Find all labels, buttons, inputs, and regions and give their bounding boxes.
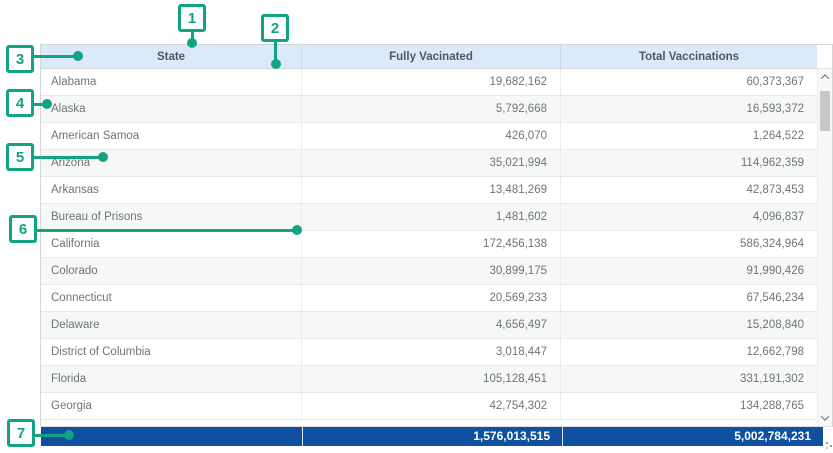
- callout-endpoint-dot: [187, 38, 197, 48]
- row-state-cell: Arkansas: [41, 177, 302, 204]
- row-total-vaccinations-cell: 1,264,522: [561, 123, 817, 150]
- row-total-vaccinations-cell: 12,662,798: [561, 339, 817, 366]
- table-row[interactable]: Georgia42,754,302134,288,765: [41, 393, 817, 420]
- row-state-cell: Connecticut: [41, 285, 302, 312]
- callout-endpoint-dot: [292, 225, 302, 235]
- column-header-total-vaccinations[interactable]: Total Vaccinations: [561, 45, 817, 69]
- table-row[interactable]: Alaska5,792,66816,593,372: [41, 96, 817, 123]
- callout-number-5: 5: [6, 143, 34, 171]
- table-row[interactable]: Connecticut20,569,23367,546,234: [41, 285, 817, 312]
- row-fully-vaccinated-cell: 19,682,162: [302, 69, 561, 96]
- row-state-cell: District of Columbia: [41, 339, 302, 366]
- row-total-vaccinations-cell: 91,990,426: [561, 258, 817, 285]
- table-row[interactable]: Florida105,128,451331,191,302: [41, 366, 817, 393]
- scroll-up-button[interactable]: [818, 69, 832, 85]
- table-row[interactable]: Arizona35,021,994114,962,359: [41, 150, 817, 177]
- row-fully-vaccinated-cell: 35,021,994: [302, 150, 561, 177]
- row-total-vaccinations-cell: 331,191,302: [561, 366, 817, 393]
- row-fully-vaccinated-cell: 426,070: [302, 123, 561, 150]
- resize-grip-icon: [826, 442, 828, 444]
- vertical-scrollbar[interactable]: [817, 69, 832, 426]
- callout-number-4: 4: [6, 89, 34, 117]
- callout-endpoint-dot: [73, 51, 83, 61]
- row-state-cell: American Samoa: [41, 123, 302, 150]
- callout-number-6: 6: [9, 215, 37, 243]
- table-row[interactable]: Colorado30,899,17591,990,426: [41, 258, 817, 285]
- summary-row: 1,576,013,515 5,002,784,231: [41, 427, 823, 446]
- summary-state-cell: [41, 427, 302, 446]
- row-state-cell: Alaska: [41, 96, 302, 123]
- callout-endpoint-dot: [42, 99, 52, 109]
- row-fully-vaccinated-cell: 20,569,233: [302, 285, 561, 312]
- summary-total-vaccinations-value: 5,002,784,231: [563, 427, 823, 446]
- vaccination-table-widget: State Fully Vacinated Total Vaccinations…: [40, 44, 833, 427]
- callout-line: [31, 55, 78, 58]
- summary-fully-vaccinated-value: 1,576,013,515: [303, 427, 562, 446]
- table-body: Alabama19,682,16260,373,367Alaska5,792,6…: [41, 69, 817, 426]
- row-fully-vaccinated-cell: 30,899,175: [302, 258, 561, 285]
- row-total-vaccinations-cell: 16,593,372: [561, 96, 817, 123]
- header-scrollbar-spacer: [817, 45, 832, 69]
- row-fully-vaccinated-cell: 4,656,497: [302, 312, 561, 339]
- row-fully-vaccinated-cell: 1,481,602: [302, 204, 561, 231]
- row-state-cell: Arizona: [41, 150, 302, 177]
- callout-number-2: 2: [261, 14, 289, 42]
- callout-endpoint-dot: [271, 59, 281, 69]
- row-fully-vaccinated-cell: 3,018,447: [302, 339, 561, 366]
- row-state-cell: Bureau of Prisons: [41, 204, 302, 231]
- row-state-cell: Colorado: [41, 258, 302, 285]
- row-fully-vaccinated-cell: 5,792,668: [302, 96, 561, 123]
- table-row[interactable]: Arkansas13,481,26942,873,453: [41, 177, 817, 204]
- table-row[interactable]: American Samoa426,0701,264,522: [41, 123, 817, 150]
- row-fully-vaccinated-cell: 42,754,302: [302, 393, 561, 420]
- row-state-cell: Georgia: [41, 393, 302, 420]
- chevron-down-icon: [821, 412, 829, 420]
- callout-number-3: 3: [6, 45, 34, 73]
- row-total-vaccinations-cell: 114,962,359: [561, 150, 817, 177]
- row-state-cell: Delaware: [41, 312, 302, 339]
- table-row[interactable]: California172,456,138586,324,964: [41, 231, 817, 258]
- table-row[interactable]: Alabama19,682,16260,373,367: [41, 69, 817, 96]
- callout-number-7: 7: [7, 419, 35, 447]
- row-state-cell: California: [41, 231, 302, 258]
- row-state-cell: Florida: [41, 366, 302, 393]
- scroll-down-button[interactable]: [818, 410, 832, 426]
- row-total-vaccinations-cell: 42,873,453: [561, 177, 817, 204]
- row-total-vaccinations-cell: 586,324,964: [561, 231, 817, 258]
- row-total-vaccinations-cell: 67,546,234: [561, 285, 817, 312]
- callout-line: [31, 156, 103, 159]
- table-header-row: State Fully Vacinated Total Vaccinations: [41, 45, 832, 69]
- chevron-up-icon: [821, 74, 829, 82]
- scrollbar-thumb[interactable]: [820, 91, 830, 131]
- callout-line: [34, 229, 297, 232]
- table-row[interactable]: District of Columbia3,018,44712,662,798: [41, 339, 817, 366]
- row-total-vaccinations-cell: 134,288,765: [561, 393, 817, 420]
- row-fully-vaccinated-cell: 13,481,269: [302, 177, 561, 204]
- page: State Fully Vacinated Total Vaccinations…: [0, 0, 833, 453]
- row-total-vaccinations-cell: 4,096,837: [561, 204, 817, 231]
- callout-number-1: 1: [178, 4, 206, 32]
- callout-endpoint-dot: [98, 152, 108, 162]
- column-header-fully-vaccinated[interactable]: Fully Vacinated: [302, 45, 561, 69]
- table-row[interactable]: Delaware4,656,49715,208,840: [41, 312, 817, 339]
- row-fully-vaccinated-cell: 105,128,451: [302, 366, 561, 393]
- row-fully-vaccinated-cell: 172,456,138: [302, 231, 561, 258]
- row-state-cell: Alabama: [41, 69, 302, 96]
- callout-endpoint-dot: [64, 430, 74, 440]
- row-total-vaccinations-cell: 15,208,840: [561, 312, 817, 339]
- table-row[interactable]: Bureau of Prisons1,481,6024,096,837: [41, 204, 817, 231]
- row-total-vaccinations-cell: 60,373,367: [561, 69, 817, 96]
